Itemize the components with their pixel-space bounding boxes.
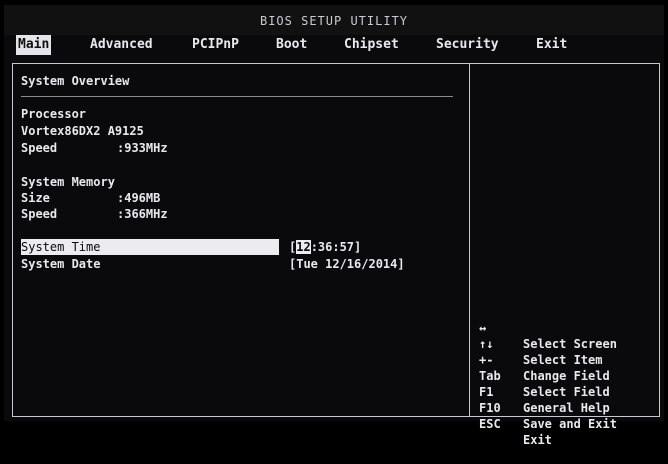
bios-screen: BIOS SETUP UTILITY Main Advanced PCIPnP … [4, 5, 664, 447]
tab-security[interactable]: Security [434, 35, 501, 55]
system-time-label[interactable]: System Time [21, 239, 279, 255]
help-desc: Select Screen [523, 337, 617, 351]
title-bar: BIOS SETUP UTILITY [4, 5, 664, 35]
system-date-label[interactable]: System Date [21, 256, 100, 272]
system-date-field[interactable]: [Tue 12/16/2014] [289, 256, 405, 272]
help-desc: General Help [523, 401, 610, 415]
help-key: ESC [479, 417, 501, 431]
memory-heading: System Memory [21, 175, 115, 189]
system-time-field[interactable]: [12:36:57] [289, 239, 361, 255]
tab-main[interactable]: Main [16, 35, 52, 55]
processor-speed-value: :933MHz [117, 141, 168, 155]
panel-divider [469, 64, 470, 416]
tab-pcipnp[interactable]: PCIPnP [190, 35, 241, 55]
tab-exit[interactable]: Exit [534, 35, 569, 55]
memory-speed-value: :366MHz [117, 207, 168, 221]
help-desc: Save and Exit [523, 417, 617, 431]
section-title: System Overview [21, 74, 130, 88]
bios-title: BIOS SETUP UTILITY [259, 14, 409, 28]
section-divider [21, 96, 453, 97]
menu-bar: Main Advanced PCIPnP Boot Chipset Securi… [4, 35, 664, 59]
time-rest: :36:57] [310, 240, 362, 254]
help-desc: Select Field [523, 385, 610, 399]
help-desc: Exit [523, 433, 552, 447]
help-row: ESC Exit [479, 400, 552, 464]
main-panel: System Overview Processor Vortex86DX2 A9… [12, 63, 660, 447]
memory-size-value: :496MB [117, 191, 161, 205]
tab-boot[interactable]: Boot [274, 35, 309, 55]
memory-speed-label: Speed [21, 207, 58, 221]
help-desc: Change Field [523, 369, 610, 383]
processor-heading: Processor [21, 107, 87, 121]
processor-model: Vortex86DX2 A9125 [21, 124, 144, 138]
time-hour[interactable]: 12 [296, 240, 311, 254]
processor-speed-label: Speed [21, 141, 58, 155]
help-desc: Select Item [523, 353, 603, 367]
tab-chipset[interactable]: Chipset [342, 35, 401, 55]
memory-size-label: Size [21, 191, 50, 205]
tab-advanced[interactable]: Advanced [88, 35, 155, 55]
